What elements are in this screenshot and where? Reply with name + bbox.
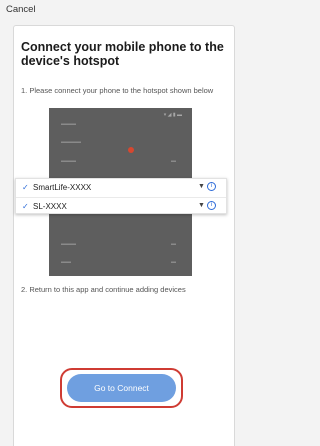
illustration-row: ▬▬▬▬ (49, 136, 192, 150)
wifi-item[interactable]: ✓ SL-XXXX ▼ i (16, 197, 226, 215)
top-bar: Cancel (0, 0, 242, 22)
illustration-row-placeholder: ▬▬▬ (61, 158, 76, 164)
illustration-row-placeholder: ▬▬▬ (61, 121, 76, 127)
wifi-list: ✓ SmartLife-XXXX ▼ i ✓ SL-XXXX ▼ i (15, 178, 227, 214)
wifi-icon: ▼ (198, 183, 205, 190)
check-icon: ✓ (22, 202, 29, 211)
illustration-row-placeholder: ▬▬ (61, 259, 71, 265)
info-icon[interactable]: i (207, 182, 216, 191)
illustration-row: ▬▬▬ ▬ (49, 238, 192, 252)
wifi-name: SL-XXXX (33, 202, 67, 211)
illustration-row: ▬▬▬ ▬ (49, 155, 192, 169)
step-2-instruction: 2. Return to this app and continue addin… (21, 285, 186, 294)
wifi-item[interactable]: ✓ SmartLife-XXXX ▼ i (16, 179, 226, 197)
illustration-row-placeholder: ▬▬▬▬ (61, 139, 81, 145)
check-icon: ✓ (22, 183, 29, 192)
page-title: Connect your mobile phone to the device'… (21, 40, 224, 68)
lock-icon: ▬ (171, 259, 176, 265)
cancel-button[interactable]: Cancel (6, 4, 36, 15)
go-to-connect-button[interactable]: Go to Connect (67, 374, 176, 402)
illustration-row: ▬▬▬ (49, 118, 192, 132)
info-icon[interactable]: i (207, 201, 216, 210)
red-indicator-icon (128, 147, 134, 153)
lock-icon: ▬ (171, 158, 176, 164)
illustration-row: ▬▬ ▬ (49, 256, 192, 270)
lock-icon: ▬ (171, 241, 176, 247)
wifi-icon: ▼ (198, 202, 205, 209)
illustration-row-placeholder: ▬▬▬ (61, 241, 76, 247)
step-1-instruction: 1. Please connect your phone to the hots… (21, 86, 214, 95)
wifi-name: SmartLife-XXXX (33, 183, 92, 192)
